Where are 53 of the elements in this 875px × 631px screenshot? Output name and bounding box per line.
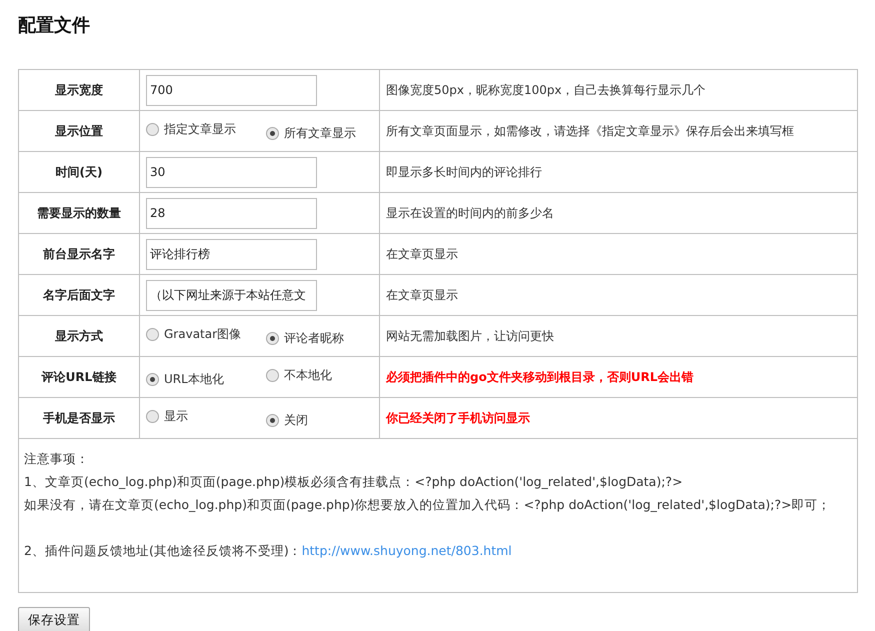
radio-label: 关闭: [284, 412, 308, 429]
radio-option[interactable]: 不本地化: [266, 366, 332, 384]
warning-text: 必须把插件中的go文件夹移动到根目录，否则URL会出错: [386, 370, 694, 384]
radio-label: 所有文章显示: [284, 125, 356, 142]
radio-label: 评论者昵称: [284, 330, 344, 347]
radio-label: 显示: [164, 408, 188, 425]
input-field[interactable]: 28: [146, 198, 317, 228]
setting-label: 手机是否显示: [18, 398, 140, 438]
input-field[interactable]: （以下网址来源于本站任意文: [146, 280, 317, 310]
radio-label: 指定文章显示: [164, 121, 236, 138]
radio-label: 不本地化: [284, 367, 332, 384]
notes-heading: 注意事项：: [24, 450, 90, 468]
setting-label: 评论URL链接: [18, 356, 140, 398]
radio-option[interactable]: Gravatar图像: [146, 325, 266, 343]
notes-line: 1、文章页(echo_log.php)和页面(page.php)模板必须含有挂载点：<?php doAction('log_related',$logData);?>: [24, 473, 684, 491]
radio-option[interactable]: 评论者昵称: [266, 329, 344, 347]
setting-label: 显示位置: [18, 110, 140, 152]
setting-label: 时间(天): [18, 152, 140, 192]
description-text: 图像宽度50px，昵称宽度100px，自己去换算每行显示几个: [386, 83, 706, 97]
save-button[interactable]: 保存设置: [18, 607, 90, 631]
setting-label: 显示方式: [18, 316, 140, 356]
description-text: 显示在设置的时间内的前多少名: [386, 206, 554, 220]
description-text: 所有文章页面显示，如需修改，请选择《指定文章显示》保存后会出来填写框: [386, 124, 794, 138]
setting-label: 前台显示名字: [18, 234, 140, 274]
input-field[interactable]: 700: [146, 74, 317, 106]
radio-button[interactable]: [266, 368, 279, 382]
radio-button[interactable]: [146, 372, 159, 386]
input-field[interactable]: 评论排行榜: [146, 238, 317, 270]
radio-option[interactable]: 关闭: [266, 411, 308, 429]
feedback-line: 2、插件问题反馈地址(其他途径反馈将不受理)：http://www.shuyong.net/803.html: [24, 542, 513, 560]
setting-label: 需要显示的数量: [18, 192, 140, 234]
page-title: 配置文件: [18, 14, 91, 38]
setting-label: 显示宽度: [18, 70, 140, 110]
description-text: 即显示多长时间内的评论排行: [386, 165, 542, 179]
radio-button[interactable]: [266, 332, 279, 344]
radio-button[interactable]: [146, 328, 159, 340]
radio-option[interactable]: 所有文章显示: [266, 124, 356, 142]
radio-label: Gravatar图像: [164, 326, 242, 343]
input-field[interactable]: 30: [146, 156, 317, 188]
setting-label: 名字后面文字: [18, 274, 140, 316]
radio-option[interactable]: 指定文章显示: [146, 120, 266, 138]
radio-option[interactable]: 显示: [146, 407, 266, 425]
radio-button[interactable]: [266, 126, 279, 140]
radio-label: URL本地化: [164, 371, 224, 388]
radio-button[interactable]: [266, 414, 279, 426]
warning-text: 你已经关闭了手机访问显示: [386, 411, 530, 425]
description-text: 在文章页显示: [386, 247, 458, 261]
radio-button[interactable]: [146, 410, 159, 422]
radio-button[interactable]: [146, 122, 159, 136]
description-text: 网站无需加载图片，让访问更快: [386, 329, 554, 343]
notes-line: 如果没有，请在文章页(echo_log.php)和页面(page.php)你想要放入的位置加入代码：<?php doAction('log_related',$logData);?>即可；: [24, 496, 832, 514]
description-text: 在文章页显示: [386, 288, 458, 302]
radio-option[interactable]: URL本地化: [146, 370, 266, 388]
